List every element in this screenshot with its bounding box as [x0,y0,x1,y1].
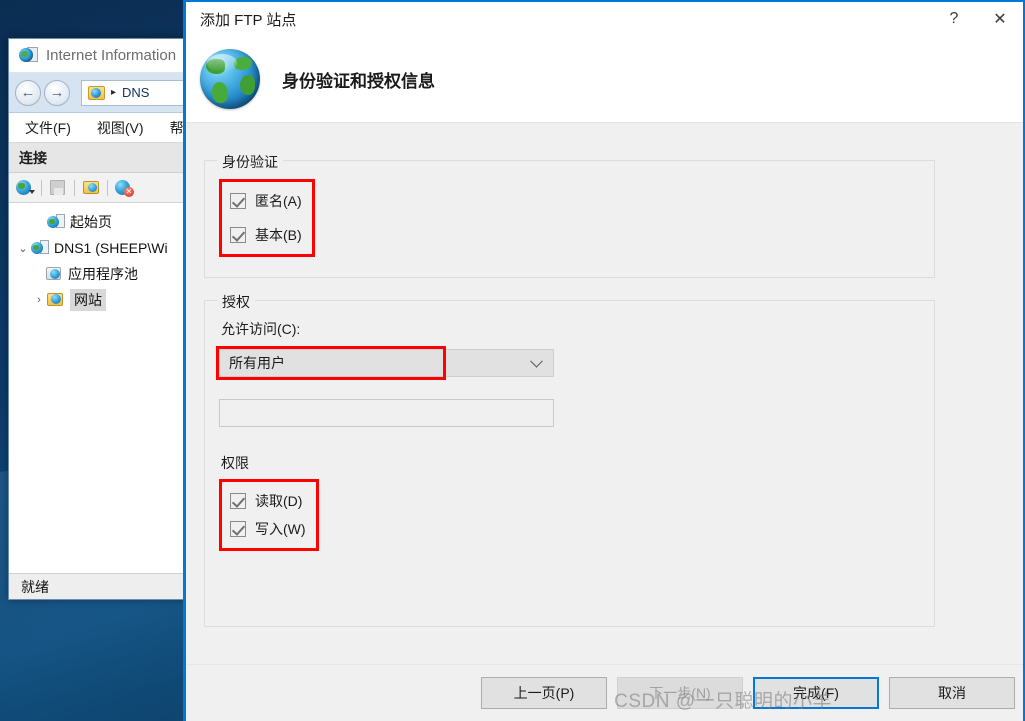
toolbar-divider [74,179,75,196]
allow-access-combobox[interactable]: 所有用户 [219,349,554,377]
dialog-title: 添加 FTP 站点 [200,11,297,29]
connections-header: 连接 [9,143,194,173]
dialog-footer: 上一页(P) 下一步(N) 完成(F) 取消 [186,664,1023,721]
users-input[interactable] [219,399,554,427]
checkbox-read-label: 读取(D) [255,493,303,509]
menu-item-help[interactable]: 帮 [170,118,184,138]
app-pool-icon [45,266,63,282]
checkbox-write[interactable] [230,521,246,537]
previous-button-label: 上一页(P) [513,685,575,701]
question-mark-icon: ? [949,10,959,27]
permissions-highlight-box: 读取(D) 写入(W) [219,479,319,551]
authorization-group-label: 授权 [217,292,255,312]
back-arrow-icon: ← [20,84,36,101]
authentication-highlight-box: 匿名(A) 基本(B) [219,179,315,257]
chevron-down-icon[interactable] [530,354,543,368]
checkbox-anonymous[interactable] [230,193,246,209]
allow-access-label: 允许访问(C): [221,321,301,337]
checkbox-row-anonymous[interactable]: 匿名(A) [230,188,302,214]
add-ftp-site-dialog[interactable]: 添加 FTP 站点 ? ✕ 身份验证和授权信息 身份验证 匿名(A) 基本(B)… [183,0,1025,721]
tree-item-label: 起始页 [70,214,112,230]
close-button[interactable]: ✕ [977,2,1023,36]
tree-item-dns1[interactable]: ⌄ DNS1 (SHEEP\Wi [9,235,194,261]
checkbox-basic-label: 基本(B) [255,227,302,243]
authentication-group: 身份验证 匿名(A) 基本(B) [204,152,935,278]
status-text: 就绪 [21,578,49,595]
dialog-content: 身份验证 匿名(A) 基本(B) 授权 允许访问(C): 所有用户 权限 读取(… [186,124,1023,664]
tree-item-start-page[interactable]: 起始页 [9,209,194,235]
connections-tree[interactable]: 起始页 ⌄ DNS1 (SHEEP\Wi 应用程序池 › 网站 [9,203,194,577]
forward-button[interactable]: → [44,79,70,106]
iis-app-icon [19,46,38,65]
tree-item-label: 应用程序池 [68,266,138,282]
connect-globe-icon[interactable] [15,178,35,198]
tree-expander-closed-icon[interactable]: › [31,294,47,306]
checkbox-row-write[interactable]: 写入(W) [230,516,306,542]
iis-window-title: Internet Information [46,47,177,64]
finish-button-label: 完成(F) [793,685,839,701]
connect-icon[interactable] [81,178,101,198]
menu-item-view[interactable]: 视图(V) [97,118,144,138]
tree-item-sites[interactable]: › 网站 [9,287,194,313]
chevron-right-icon: ▸ [111,87,117,98]
toolbar-divider [107,179,108,196]
checkbox-row-basic[interactable]: 基本(B) [230,222,302,248]
checkbox-basic[interactable] [230,227,246,243]
save-icon[interactable] [48,178,68,198]
checkbox-read[interactable] [230,493,246,509]
help-button[interactable]: ? [931,2,977,36]
permissions-label: 权限 [221,455,249,471]
checkbox-anonymous-label: 匿名(A) [255,193,302,209]
toolbar-divider [41,179,42,196]
authorization-group: 授权 允许访问(C): 所有用户 权限 读取(D) 写入(W) [204,292,935,627]
tree-item-app-pools[interactable]: 应用程序池 [9,261,194,287]
allow-access-value: 所有用户 [229,355,285,371]
checkbox-row-read[interactable]: 读取(D) [230,488,306,514]
sites-folder-icon [47,292,65,308]
finish-button[interactable]: 完成(F) [753,677,879,709]
back-button[interactable]: ← [15,79,41,106]
next-button: 下一步(N) [617,677,743,709]
next-button-label: 下一步(N) [649,685,711,701]
server-icon [47,214,65,230]
tree-expander-open-icon[interactable]: ⌄ [15,242,31,255]
tree-item-label: 网站 [70,289,106,311]
cancel-button[interactable]: 取消 [889,677,1015,709]
dialog-heading: 身份验证和授权信息 [282,71,435,91]
cancel-button-label: 取消 [938,685,966,701]
dialog-header: 身份验证和授权信息 [186,36,1023,123]
checkbox-write-label: 写入(W) [255,521,306,537]
forward-arrow-icon: → [49,84,65,101]
site-folder-icon [88,85,105,100]
allow-access-combobox-wrap: 所有用户 [216,346,554,380]
authentication-group-label: 身份验证 [217,152,283,172]
previous-button[interactable]: 上一页(P) [481,677,607,709]
server-icon [31,240,49,256]
globe-icon [200,49,260,109]
connections-toolbar[interactable]: ✕ [9,173,194,203]
menu-item-file[interactable]: 文件(F) [25,118,71,138]
close-icon: ✕ [993,11,1007,28]
dialog-titlebar: 添加 FTP 站点 ? ✕ [186,2,1023,36]
breadcrumb-path: DNS [122,85,150,100]
disconnect-icon[interactable]: ✕ [114,178,134,198]
connections-pane: 连接 ✕ 起始页 ⌄ DNS1 (SHEEP\Wi 应用程序池 › 网站 [9,143,195,599]
tree-item-label: DNS1 (SHEEP\Wi [54,240,168,256]
